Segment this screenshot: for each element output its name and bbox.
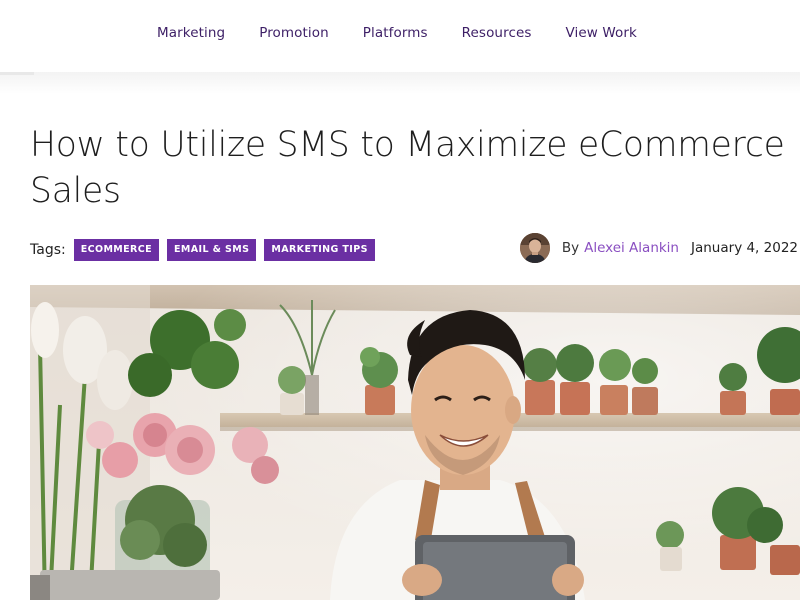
nav-item-view-work[interactable]: View Work	[566, 25, 637, 41]
byline: By Alexei Alankin January 4, 2022	[519, 233, 798, 263]
top-navigation: Marketing Promotion Platforms Resources …	[0, 0, 800, 72]
hero-image	[30, 285, 800, 600]
tag-ecommerce[interactable]: ECOMMERCE	[73, 239, 160, 261]
nav-item-platforms[interactable]: Platforms	[363, 25, 428, 41]
tag-email-sms[interactable]: EMAIL & SMS	[167, 239, 257, 261]
author-portrait-icon	[519, 233, 550, 263]
author-link[interactable]: Alexei Alankin	[584, 240, 679, 256]
main-menu: Marketing Promotion Platforms Resources …	[157, 25, 671, 41]
article-title: How to Utilize SMS to Maximize eCommerce…	[30, 125, 785, 211]
post-date: January 4, 2022	[691, 240, 798, 256]
tags-label: Tags:	[30, 242, 66, 258]
avatar[interactable]	[519, 233, 550, 263]
header-shadow	[0, 72, 800, 94]
header-divider	[0, 72, 34, 75]
nav-item-marketing[interactable]: Marketing	[157, 25, 225, 41]
hero-photo-icon	[30, 285, 800, 600]
nav-item-resources[interactable]: Resources	[462, 25, 532, 41]
nav-item-promotion[interactable]: Promotion	[259, 25, 329, 41]
tag-marketing-tips[interactable]: MARKETING TIPS	[264, 239, 375, 261]
tags-row: Tags: ECOMMERCE EMAIL & SMS MARKETING TI…	[30, 238, 383, 262]
byline-prefix: By	[561, 240, 580, 256]
